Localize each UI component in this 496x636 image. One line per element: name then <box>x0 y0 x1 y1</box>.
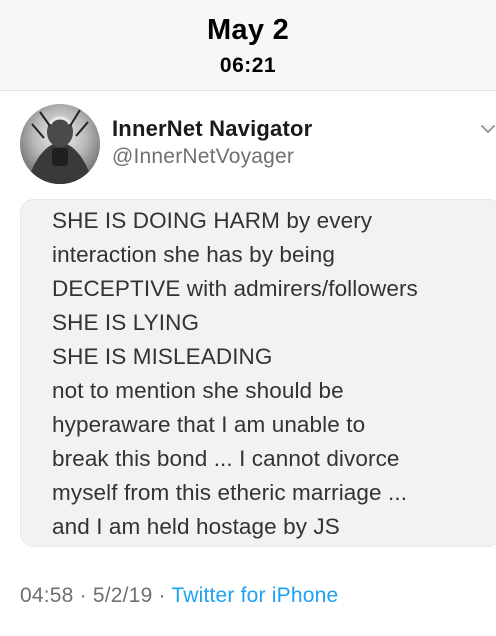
status-header: May 2 06:21 <box>0 0 496 91</box>
tweet-text-line: SHE IS DOING HARM by every <box>52 208 373 233</box>
header-time: 06:21 <box>219 54 277 77</box>
meta-separator: · <box>158 584 166 607</box>
tweet-source-link[interactable]: Twitter for iPhone <box>171 584 338 607</box>
meta-separator: · <box>79 584 87 607</box>
header-date: May 2 <box>206 14 290 46</box>
tweet-text-line: SHE IS LYING <box>52 310 200 335</box>
avatar-image <box>20 104 100 184</box>
tweet-text-line: not to mention she should be <box>52 378 344 403</box>
tweet-date[interactable]: 5/2/19 <box>93 584 153 607</box>
tweet-text-line: hyperaware that I am unable to <box>52 412 366 437</box>
author-name[interactable]: InnerNet Navigator <box>112 116 312 142</box>
author-handle[interactable]: @InnerNetVoyager <box>112 145 294 169</box>
tweet-text-line: break this bond ... I cannot divorce <box>52 446 400 471</box>
chevron-down-icon[interactable] <box>480 122 496 136</box>
tweet-text-line: and I am held hostage by JS <box>52 514 340 539</box>
tweet-meta: 04:58 · 5/2/19 · Twitter for iPhone <box>20 584 338 608</box>
tweet-timestamp[interactable]: 04:58 <box>20 584 74 607</box>
avatar[interactable] <box>20 104 100 184</box>
tweet-text-line: interaction she has by being <box>52 242 335 267</box>
tweet-text-line: DECEPTIVE with admirers/followers <box>52 276 418 301</box>
tweet-text-line: SHE IS MISLEADING <box>52 344 273 369</box>
tweet-text-line: myself from this etheric marriage ... <box>52 480 408 505</box>
